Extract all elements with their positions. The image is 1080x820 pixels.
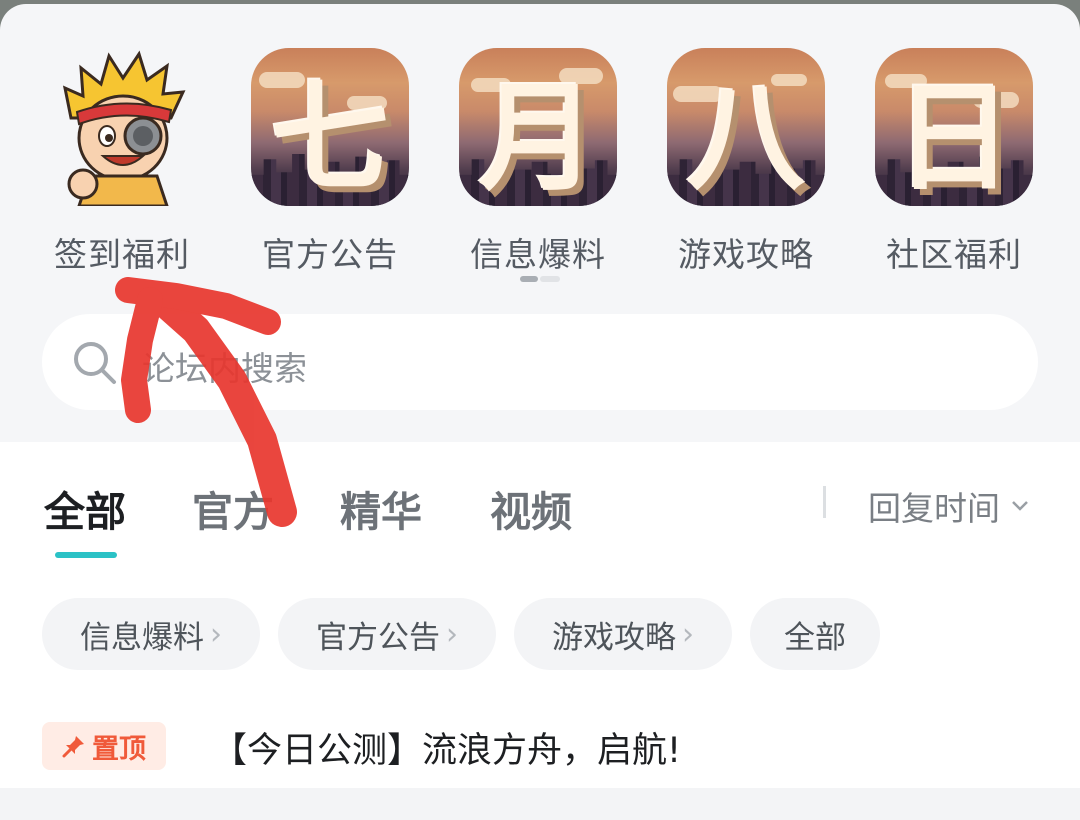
active-tab-indicator	[55, 552, 117, 558]
shortcut-label: 社区福利	[886, 235, 1022, 274]
pixel-sunset-tile: 八	[667, 48, 825, 206]
shortcut-game-guide[interactable]: 八 游戏攻略	[666, 48, 826, 276]
tile-glyph: 七	[270, 68, 389, 207]
chip-label: 信息爆料	[80, 619, 204, 656]
search-input[interactable]: 论坛内搜索	[142, 342, 307, 390]
tab-featured[interactable]: 精华	[340, 478, 422, 538]
shortcut-community-benefit[interactable]: 日 社区福利	[874, 48, 1034, 276]
filter-chip-official-notice[interactable]: 官方公告 ›	[278, 598, 496, 670]
search-bar[interactable]: 论坛内搜索	[42, 314, 1038, 410]
shortcut-info-leak[interactable]: 月 信息爆料	[458, 48, 618, 276]
filter-chip-game-guide[interactable]: 游戏攻略 ›	[514, 598, 732, 670]
chevron-down-icon	[1012, 501, 1028, 511]
pin-icon	[62, 736, 84, 758]
page-indicator	[520, 276, 560, 282]
shortcut-label: 游戏攻略	[678, 235, 814, 274]
chevron-right-icon: ›	[446, 616, 458, 652]
chip-label: 官方公告	[316, 619, 440, 656]
tab-video[interactable]: 视频	[490, 478, 572, 538]
shortcut-label: 签到福利	[54, 235, 190, 274]
page-dot	[540, 276, 560, 282]
pixel-sunset-tile: 日	[875, 48, 1033, 206]
pinned-badge: 置顶	[42, 722, 166, 770]
tab-official[interactable]: 官方	[192, 478, 274, 538]
shortcut-official-notice[interactable]: 七 官方公告	[250, 48, 410, 276]
shortcut-label: 官方公告	[262, 235, 398, 274]
post-list-panel: 全部 官方 精华 视频 回复时间 信息爆料 › 官方公告 › 游戏攻略 › 全部	[0, 442, 1080, 792]
sort-label: 回复时间	[868, 489, 1000, 528]
chip-label: 全部	[784, 619, 846, 656]
chip-label: 游戏攻略	[552, 619, 676, 656]
tab-all[interactable]: 全部	[44, 478, 126, 538]
sort-dropdown[interactable]: 回复时间	[868, 482, 1030, 530]
list-divider	[0, 788, 1080, 820]
post-title[interactable]: 【今日公测】流浪方舟，启航!	[212, 722, 681, 773]
divider	[823, 486, 826, 518]
filter-chip-all[interactable]: 全部	[750, 598, 880, 670]
search-icon	[74, 342, 116, 384]
tile-glyph: 八	[686, 68, 805, 207]
shortcut-sign-in[interactable]: 签到福利	[42, 48, 202, 276]
pixel-sunset-tile: 七	[251, 48, 409, 206]
chevron-right-icon: ›	[682, 616, 694, 652]
hero-avatar-icon	[43, 48, 201, 208]
shortcut-label: 信息爆料	[470, 235, 606, 274]
filter-chip-info-leak[interactable]: 信息爆料 ›	[42, 598, 260, 670]
tile-glyph: 日	[894, 68, 1013, 207]
page-dot-active	[520, 276, 538, 282]
pixel-sunset-tile: 月	[459, 48, 617, 206]
tile-glyph: 月	[478, 68, 597, 207]
chevron-right-icon: ›	[210, 616, 222, 652]
badge-label: 置顶	[92, 733, 146, 765]
app-screen: 签到福利 七 官方公告 月 信息爆料 八 游戏攻略 日 社区福利 论坛内搜索 全…	[0, 4, 1080, 820]
